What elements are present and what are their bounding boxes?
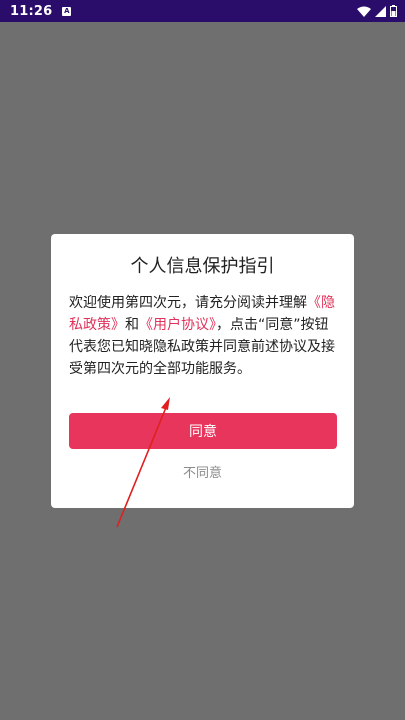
user-agreement-link[interactable]: 《用户协议》 [139, 317, 216, 333]
agree-button[interactable]: 同意 [69, 413, 337, 449]
body-text-1: 欢迎使用第四次元，请充分阅读并理解 [69, 295, 307, 311]
body-text-2: 和 [125, 317, 139, 333]
status-time: 11:26 [10, 3, 53, 19]
dialog-body: 欢迎使用第四次元，请充分阅读并理解《隐私政策》和《用户协议》，点击“同意”按钮代… [69, 292, 339, 380]
status-bar: 11:26 A [0, 0, 405, 22]
privacy-dialog: 个人信息保护指引 欢迎使用第四次元，请充分阅读并理解《隐私政策》和《用户协议》，… [51, 234, 354, 508]
signal-icon [375, 5, 386, 17]
disagree-button[interactable]: 不同意 [51, 462, 354, 481]
wifi-icon [357, 6, 371, 17]
notification-a-icon: A [62, 6, 72, 16]
status-icons [357, 5, 397, 17]
dialog-title: 个人信息保护指引 [130, 256, 275, 277]
battery-icon [390, 5, 397, 17]
